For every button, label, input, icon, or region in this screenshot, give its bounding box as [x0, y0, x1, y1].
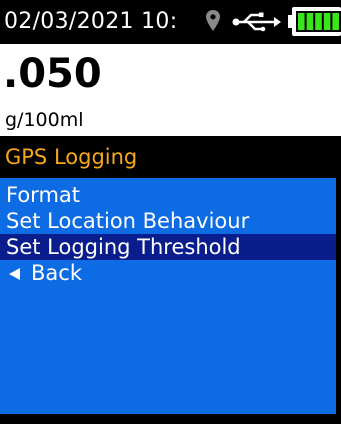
- battery-segment: [323, 13, 331, 30]
- menu-panel: Format Set Location Behaviour Set Loggin…: [0, 178, 336, 414]
- battery-segment: [298, 13, 305, 30]
- menu-item-label: Set Logging Threshold: [6, 235, 241, 259]
- breathalyser-screen: 02/03/2021 10: .050 g/100ml GPS Logging: [0, 0, 341, 424]
- status-datetime: 02/03/2021 10:: [4, 9, 178, 34]
- menu-item-label: Format: [6, 183, 81, 207]
- location-pin-icon: [206, 10, 220, 31]
- reading-value: .050: [3, 51, 102, 97]
- menu-title: GPS Logging: [5, 145, 138, 169]
- menu-item-label: Back: [31, 261, 82, 285]
- menu-title-bar: GPS Logging: [0, 136, 341, 178]
- battery-segment: [306, 13, 314, 30]
- menu-item-set-logging-threshold[interactable]: Set Logging Threshold: [0, 234, 336, 260]
- reading-panel: .050 g/100ml: [0, 44, 341, 136]
- battery-level-fill: [298, 13, 339, 30]
- menu-item-format[interactable]: Format: [0, 182, 336, 208]
- battery-segment: [315, 13, 322, 30]
- menu-list: Format Set Location Behaviour Set Loggin…: [0, 182, 336, 286]
- status-bar: 02/03/2021 10:: [0, 0, 341, 44]
- battery-segment: [332, 13, 339, 30]
- reading-unit: g/100ml: [5, 109, 84, 131]
- menu-item-label: Set Location Behaviour: [6, 209, 250, 233]
- menu-item-set-location-behaviour[interactable]: Set Location Behaviour: [0, 208, 336, 234]
- usb-icon: [232, 12, 281, 32]
- menu-item-back[interactable]: Back: [0, 260, 336, 286]
- battery-full-icon: [288, 7, 341, 36]
- back-arrow-icon: [9, 268, 20, 280]
